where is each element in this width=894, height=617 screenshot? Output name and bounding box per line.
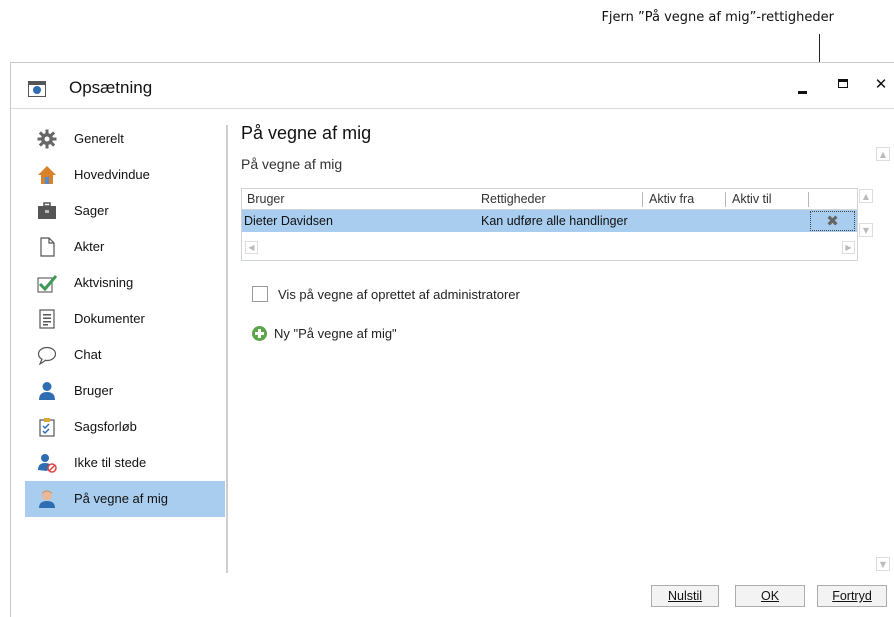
ok-button[interactable]: OK bbox=[735, 585, 805, 607]
sidebar-item-pa-vegne-af-mig[interactable]: På vegne af mig bbox=[25, 481, 225, 517]
remove-icon: ✖ bbox=[826, 212, 839, 230]
delegates-grid: Bruger Rettigheder Aktiv fra Aktiv til D… bbox=[241, 188, 858, 261]
sidebar-item-sagsforlob[interactable]: Sagsforløb bbox=[25, 409, 225, 445]
sidebar-item-hovedvindue[interactable]: Hovedvindue bbox=[25, 157, 225, 193]
clipboard-checklist-icon bbox=[39, 418, 55, 437]
sidebar-item-label: Hovedvindue bbox=[74, 167, 150, 182]
home-icon bbox=[38, 166, 56, 184]
checkbox-label[interactable]: Vis på vegne af oprettet af administrato… bbox=[278, 287, 520, 302]
briefcase-icon bbox=[38, 202, 56, 219]
sidebar-item-generelt[interactable]: Generelt bbox=[25, 121, 225, 157]
sidebar-item-sager[interactable]: Sager bbox=[25, 193, 225, 229]
new-delegate-link[interactable]: Ny "På vegne af mig" bbox=[252, 324, 397, 342]
sidebar-item-label: Aktvisning bbox=[74, 275, 134, 290]
title-bar: Opsætning ✕ bbox=[11, 63, 894, 109]
maximize-button[interactable] bbox=[825, 69, 861, 99]
user-icon bbox=[39, 382, 55, 400]
user-absent-icon bbox=[38, 454, 57, 473]
speech-bubble-icon bbox=[37, 346, 57, 365]
column-header-aktiv-til[interactable]: Aktiv til bbox=[732, 192, 772, 206]
column-header-bruger[interactable]: Bruger bbox=[247, 192, 285, 206]
sidebar-item-label: Sagsforløb bbox=[74, 419, 137, 434]
sidebar-item-label: Bruger bbox=[74, 383, 114, 398]
sidebar-item-label: Dokumenter bbox=[74, 311, 145, 326]
document-icon bbox=[39, 309, 55, 329]
column-separator bbox=[725, 192, 726, 207]
remove-delegate-button[interactable]: ✖ bbox=[810, 211, 855, 231]
minimize-button[interactable] bbox=[785, 69, 821, 99]
cancel-button[interactable]: Fortryd bbox=[817, 585, 887, 607]
sidebar-divider bbox=[226, 125, 228, 573]
sidebar-nav: Generelt Hovedvindue Sager Akter Aktvisn… bbox=[25, 121, 225, 517]
ok-label: OK bbox=[760, 589, 780, 603]
settings-window: Opsætning ✕ Generelt Hovedvindue Sager A… bbox=[10, 62, 894, 617]
show-admin-created-option: Vis på vegne af oprettet af administrato… bbox=[252, 285, 520, 303]
cell-rettigheder: Kan udføre alle handlinger bbox=[481, 214, 628, 228]
scroll-right-icon[interactable]: ▶ bbox=[842, 241, 855, 254]
window-title: Opsætning bbox=[69, 78, 153, 97]
scroll-down-icon[interactable]: ▼ bbox=[876, 557, 890, 571]
sidebar-item-akter[interactable]: Akter bbox=[25, 229, 225, 265]
user-avatar-icon bbox=[39, 490, 55, 508]
table-row[interactable]: Dieter Davidsen Kan udføre alle handling… bbox=[242, 210, 857, 232]
settings-app-icon bbox=[28, 81, 46, 97]
column-header-rettigheder[interactable]: Rettigheder bbox=[481, 192, 546, 206]
gear-icon bbox=[37, 129, 57, 149]
scroll-up-icon[interactable]: ▲ bbox=[876, 147, 890, 161]
grid-header: Bruger Rettigheder Aktiv fra Aktiv til bbox=[242, 189, 857, 210]
sidebar-item-bruger[interactable]: Bruger bbox=[25, 373, 225, 409]
panel-vertical-scrollbar[interactable]: ▲ ▼ bbox=[875, 147, 891, 575]
sidebar-item-label: Akter bbox=[74, 239, 105, 254]
sidebar-item-dokumenter[interactable]: Dokumenter bbox=[25, 301, 225, 337]
column-header-aktiv-fra[interactable]: Aktiv fra bbox=[649, 192, 694, 206]
cell-bruger: Dieter Davidsen bbox=[244, 214, 333, 228]
sidebar-item-chat[interactable]: Chat bbox=[25, 337, 225, 373]
reset-label: Nulstil bbox=[667, 589, 703, 603]
new-delegate-label: Ny "På vegne af mig" bbox=[274, 325, 397, 341]
cancel-label: Fortryd bbox=[832, 589, 872, 603]
column-separator bbox=[642, 192, 643, 207]
show-admin-created-checkbox[interactable] bbox=[252, 286, 268, 302]
sidebar-item-label: Sager bbox=[74, 203, 109, 218]
reset-button[interactable]: Nulstil bbox=[651, 585, 719, 607]
close-icon: ✕ bbox=[874, 75, 888, 93]
sidebar-item-label: Generelt bbox=[74, 131, 124, 146]
sidebar-item-label: På vegne af mig bbox=[74, 491, 168, 506]
sidebar-item-aktvisning[interactable]: Aktvisning bbox=[25, 265, 225, 301]
sidebar-item-label: Ikke til stede bbox=[74, 455, 147, 470]
horizontal-scrollbar[interactable]: ◀ ▶ bbox=[242, 240, 857, 256]
grid-vertical-scrollbar[interactable]: ▲ ▼ bbox=[858, 189, 874, 239]
page-icon bbox=[40, 237, 55, 257]
plus-icon bbox=[252, 325, 267, 341]
scroll-down-icon[interactable]: ▼ bbox=[859, 223, 873, 237]
section-title: På vegne af mig bbox=[241, 156, 343, 172]
scroll-left-icon[interactable]: ◀ bbox=[245, 241, 258, 254]
checkmark-icon bbox=[37, 275, 57, 293]
sidebar-item-label: Chat bbox=[74, 347, 102, 362]
close-button[interactable]: ✕ bbox=[863, 69, 894, 99]
minimize-icon bbox=[798, 91, 807, 94]
page-title: På vegne af mig bbox=[241, 123, 372, 143]
sidebar-item-ikke-til-stede[interactable]: Ikke til stede bbox=[25, 445, 225, 481]
scroll-up-icon[interactable]: ▲ bbox=[859, 189, 873, 203]
maximize-icon bbox=[838, 79, 848, 88]
column-separator bbox=[808, 192, 809, 207]
callout-text: Fjern ”På vegne af mig”-rettigheder bbox=[601, 10, 834, 25]
